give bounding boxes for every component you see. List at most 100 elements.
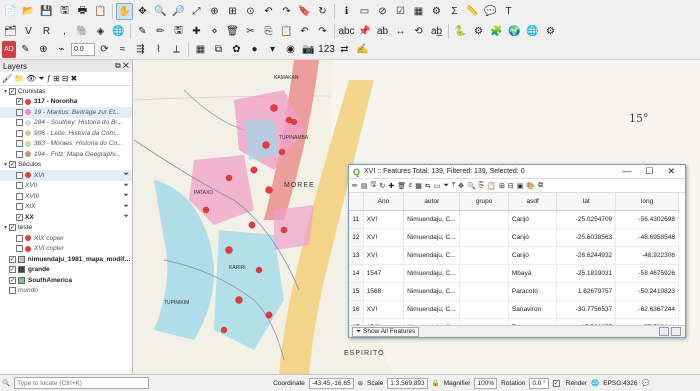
capture-icon[interactable]: 📷 xyxy=(300,41,317,58)
table-cell[interactable]: Mbayá xyxy=(508,264,558,283)
add-wms-icon[interactable]: 🌐 xyxy=(110,23,127,40)
layer-tree-item[interactable]: ▾ ✓ Séculos xyxy=(0,160,132,171)
float-panel-icon[interactable]: ⧉ xyxy=(115,61,121,70)
table-cell[interactable] xyxy=(459,210,509,229)
edit-style-icon[interactable]: ✎ xyxy=(17,41,34,58)
layer-tree-item[interactable]: 19 - Martius: Beiträge zur Et... xyxy=(0,107,132,118)
grid-icon[interactable]: ▦ xyxy=(192,41,209,58)
layer-visibility-checkbox[interactable] xyxy=(16,129,23,137)
table-cell[interactable]: -26.6244932 xyxy=(556,246,617,265)
zoom-full-icon[interactable]: ⤢ xyxy=(188,3,205,20)
layer-visibility-checkbox[interactable]: ✓ xyxy=(8,255,16,263)
attribute-table-icon[interactable]: ▦ xyxy=(410,3,427,20)
simplify-icon[interactable]: ≈ xyxy=(114,41,131,58)
redo-icon[interactable]: ↷ xyxy=(314,23,331,40)
cut-features-icon[interactable]: ✂ xyxy=(242,23,259,40)
zoom-last-icon[interactable]: ↶ xyxy=(260,3,277,20)
table-cell[interactable]: XVI xyxy=(363,246,405,265)
label-tool-icon[interactable]: abc xyxy=(338,23,355,40)
filter-funnel-icon[interactable]: ⏷ xyxy=(123,203,129,211)
coordinate-field[interactable]: -43.45,-16.65 xyxy=(308,377,354,389)
select-features-icon[interactable]: ▭ xyxy=(356,3,373,20)
layer-tree-item[interactable]: 284 - Southey: Historia do Br... xyxy=(0,118,132,129)
layer-visibility-checkbox[interactable]: ✓ xyxy=(9,266,16,274)
add-postgis-icon[interactable]: 🐘 xyxy=(74,23,91,40)
table-cell[interactable] xyxy=(459,264,509,283)
table-cell[interactable]: -48.6958548 xyxy=(615,228,679,247)
layer-visibility-checkbox[interactable] xyxy=(9,287,16,295)
table-row[interactable]: 14 1547 Nimuendaju, C... Mbayá -25.1819031 -5… xyxy=(349,264,679,283)
layer-visibility-checkbox[interactable]: ✓ xyxy=(9,161,16,169)
invert-selection-icon[interactable]: ⇆ xyxy=(425,182,431,190)
swap-icon[interactable]: ⇄ xyxy=(336,41,353,58)
layer-tree-item[interactable]: mundo xyxy=(0,286,132,297)
filter-selected-icon[interactable]: ⏷ xyxy=(443,182,449,190)
filter-legend-icon[interactable]: ⏷ xyxy=(38,74,44,84)
table-cell[interactable]: Nimuendaju, C... xyxy=(403,282,461,301)
table-cell[interactable] xyxy=(459,228,509,247)
multi-edit-icon[interactable]: ▤ xyxy=(361,182,368,190)
filter-funnel-icon[interactable]: ⏷ xyxy=(123,213,129,221)
row-number[interactable]: 13 xyxy=(349,246,364,265)
row-number[interactable]: 14 xyxy=(349,264,364,283)
layer-visibility-checkbox[interactable] xyxy=(16,150,23,158)
move-label-icon[interactable]: ↔ xyxy=(392,23,409,40)
column-header[interactable]: long xyxy=(615,193,679,211)
layer-visibility-checkbox[interactable] xyxy=(16,234,23,242)
add-spatialite-icon[interactable]: ◈ xyxy=(92,23,109,40)
layer-visibility-checkbox[interactable] xyxy=(16,192,23,200)
select-by-expression-icon[interactable]: ε xyxy=(409,182,412,189)
zoom-to-selected-icon[interactable]: 🔍 xyxy=(467,182,476,190)
table-cell[interactable]: 1547 xyxy=(363,264,405,283)
refresh-icon[interactable]: ↻ xyxy=(314,3,331,20)
layer-tree-item[interactable]: 906 - Leite: Historia da Com... xyxy=(0,128,132,139)
table-cell[interactable]: XVI xyxy=(363,300,405,319)
show-all-features-button[interactable]: ⏷ Show All Features xyxy=(352,326,420,337)
table-cell[interactable]: -25.1819031 xyxy=(556,264,617,283)
draw-icon[interactable]: ✍ xyxy=(354,41,371,58)
save-project-icon[interactable]: 💾 xyxy=(38,3,55,20)
visibility-eye-icon[interactable]: 👁 xyxy=(26,74,36,83)
delete-selected-icon[interactable]: 🗑 xyxy=(224,23,241,40)
layer-visibility-checkbox[interactable]: ✓ xyxy=(16,213,23,221)
measure-icon[interactable]: 📏 xyxy=(464,3,481,20)
save-edits-icon[interactable]: 🖫 xyxy=(170,23,187,40)
layer-visibility-checkbox[interactable] xyxy=(16,182,23,190)
messages-icon[interactable]: 💬 xyxy=(642,379,650,387)
filter-funnel-icon[interactable]: ⏷ xyxy=(123,182,129,190)
add-vector-icon[interactable]: V xyxy=(20,23,37,40)
layer-tree-item[interactable]: ✓ 317 - Noronha xyxy=(0,97,132,108)
layer-tree-item[interactable]: XVII ⏷ xyxy=(0,181,132,192)
expand-all-icon[interactable]: ⊞ xyxy=(53,74,60,83)
form-view-icon[interactable] xyxy=(659,327,669,336)
vertex-tool-icon[interactable]: ⋄ xyxy=(206,23,223,40)
style-icon[interactable]: 🖌 xyxy=(2,74,12,83)
add-raster-icon[interactable]: R xyxy=(38,23,55,40)
reshape-icon[interactable]: ⌇ xyxy=(150,41,167,58)
move-selection-top-icon[interactable]: ⤒ xyxy=(452,182,455,190)
expand-arrow-icon[interactable]: ▾ xyxy=(2,161,9,168)
data-source-manager-icon[interactable]: 🗂 xyxy=(2,23,19,40)
table-row[interactable]: 15 1568 Nimuendaju, C... Paracoto 1.62679757… xyxy=(349,282,679,301)
layer-tree-item[interactable]: ▾ ✓ teste xyxy=(0,223,132,234)
table-cell[interactable]: Paracoto xyxy=(508,282,558,301)
snapping-icon[interactable]: ⊕ xyxy=(35,41,52,58)
dropdown-chevron-icon[interactable]: ▾ xyxy=(264,41,281,58)
layer-tree-item[interactable]: XVIII ⏷ xyxy=(0,191,132,202)
layer-visibility-checkbox[interactable] xyxy=(16,203,23,211)
row-number[interactable]: 12 xyxy=(349,228,364,247)
table-cell[interactable]: -48.922306 xyxy=(615,246,679,265)
layer-visibility-checkbox[interactable]: ✓ xyxy=(9,224,16,232)
zoom-next-icon[interactable]: ↷ xyxy=(278,3,295,20)
table-cell[interactable]: -62.6367244 xyxy=(615,300,679,319)
layer-visibility-checkbox[interactable] xyxy=(16,140,23,148)
table-cell[interactable] xyxy=(459,282,509,301)
layer-tree-item[interactable]: ✓ grande xyxy=(0,265,132,276)
remove-layer-icon[interactable]: ✖ xyxy=(71,74,78,83)
node-tool-icon[interactable]: ◉ xyxy=(282,41,299,58)
plugin-tool-icon[interactable]: ✿ xyxy=(228,41,245,58)
layer-visibility-checkbox[interactable]: ✓ xyxy=(16,98,23,106)
rotate-label-icon[interactable]: ⟲ xyxy=(410,23,427,40)
close-panel-icon[interactable]: ✕ xyxy=(123,61,129,70)
paste-features-icon[interactable]: 📋 xyxy=(278,23,295,40)
